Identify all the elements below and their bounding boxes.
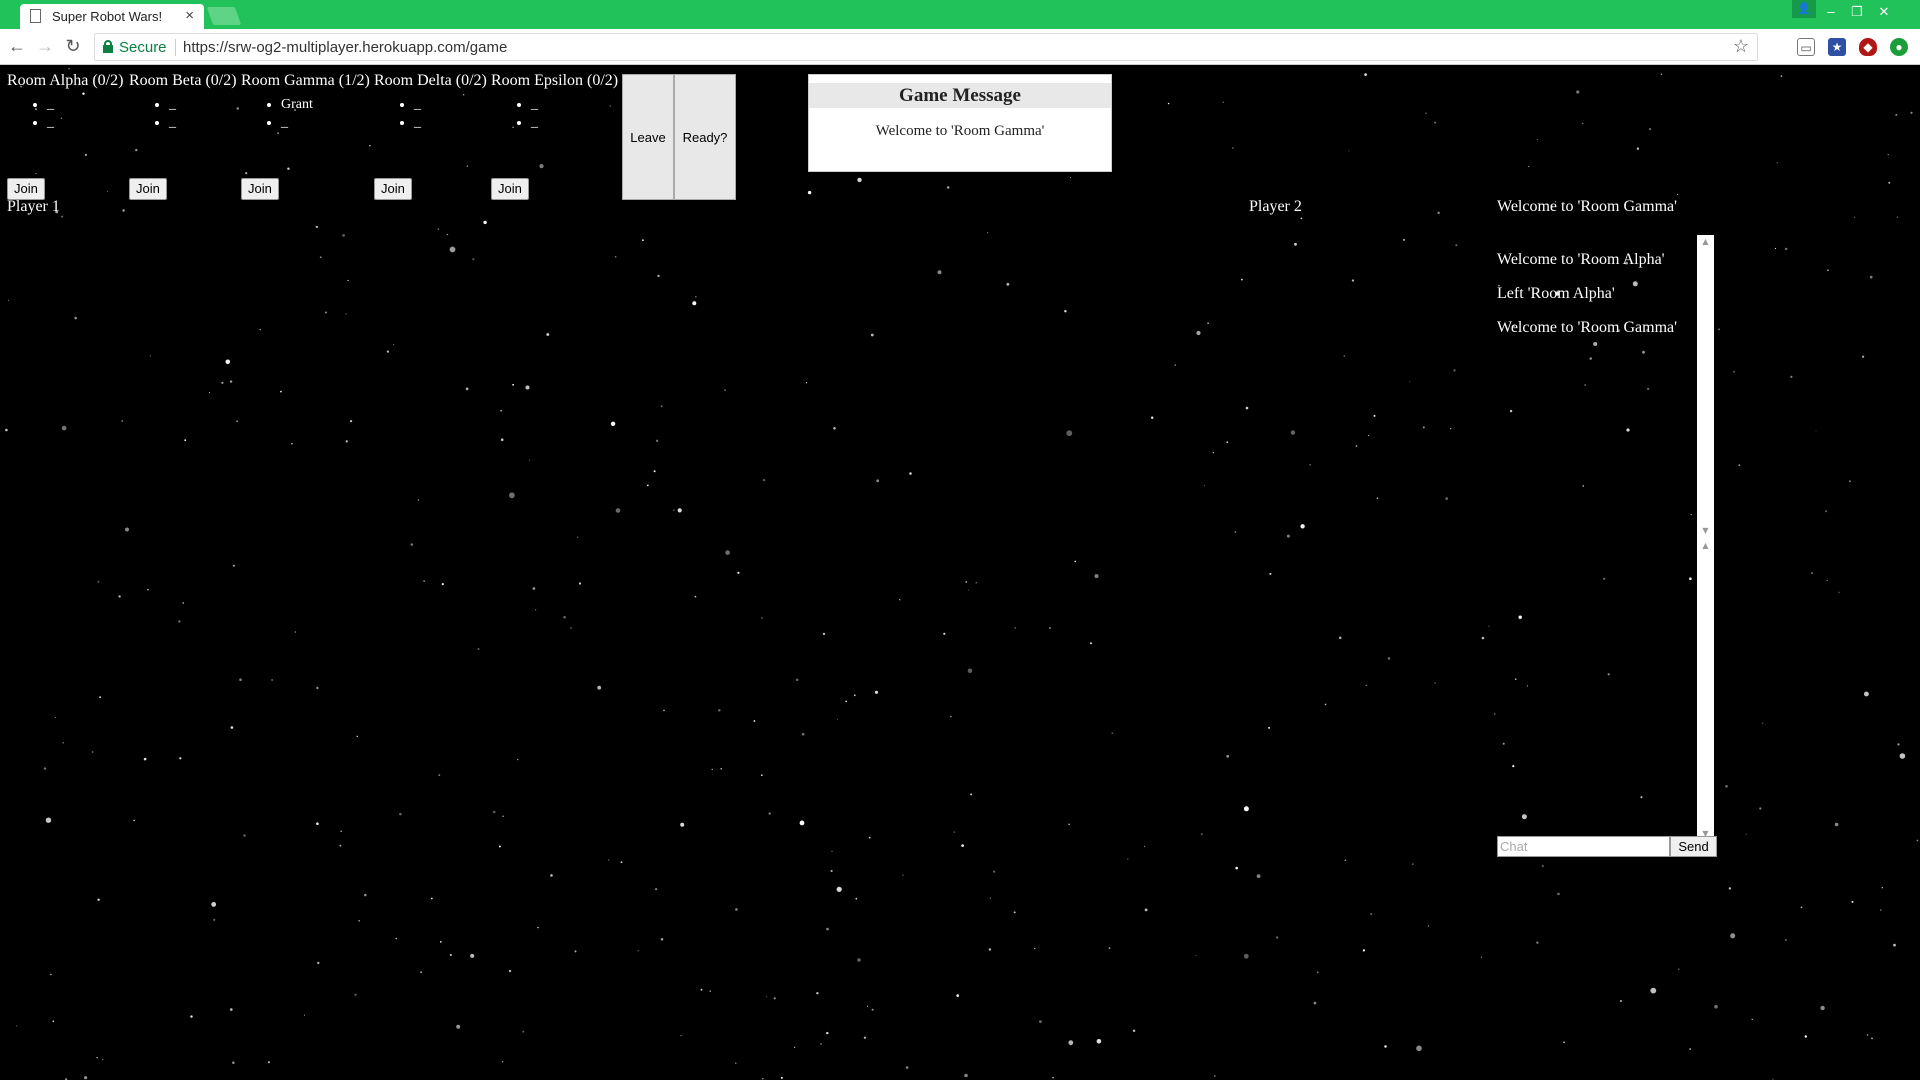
room-player-slot: _ (414, 114, 487, 132)
secure-label: Secure (119, 39, 167, 56)
bookmark-star-icon[interactable]: ☆ (1733, 36, 1749, 57)
ublock-icon[interactable]: ◆ (1859, 38, 1877, 56)
join-room-gamma-button[interactable]: Join (241, 178, 279, 200)
restore-icon[interactable]: ❐ (1846, 4, 1868, 20)
room-player-list: _ _ (374, 96, 487, 132)
scroll-up-icon[interactable]: ▲ (1697, 237, 1714, 246)
room-player-list: _ _ (7, 96, 123, 132)
chat-scrollbar[interactable]: ▲ ▼ ▲ ▼ (1697, 235, 1714, 841)
room-player-slot: _ (531, 114, 618, 132)
room-beta: Room Beta (0/2) _ _ (129, 72, 237, 132)
chat-message: Welcome to 'Room Gamma' (1497, 319, 1677, 336)
room-gamma: Room Gamma (1/2) Grant _ (241, 72, 370, 132)
room-player-list: Grant _ (241, 96, 370, 132)
chat-input[interactable] (1497, 836, 1670, 857)
room-title: Room Epsilon (0/2) (491, 72, 619, 89)
room-player-slot: _ (414, 96, 487, 114)
game-message-panel: Game Message Welcome to 'Room Gamma' (808, 74, 1112, 172)
join-room-beta-button[interactable]: Join (129, 178, 167, 200)
join-room-delta-button[interactable]: Join (374, 178, 412, 200)
room-epsilon: Room Epsilon (0/2) _ _ (491, 72, 618, 132)
room-player-slot: _ (47, 114, 123, 132)
chat-message: Welcome to 'Room Alpha' (1497, 251, 1665, 268)
game-message-body: Welcome to 'Room Gamma' (875, 123, 1045, 139)
back-icon[interactable]: ← (6, 36, 28, 57)
player-2-label: Player 2 (1249, 198, 1302, 215)
room-title: Room Beta (0/2) (129, 72, 237, 89)
tab-title: Super Robot Wars! (52, 9, 163, 24)
extension-star-icon[interactable]: ★ (1828, 38, 1846, 56)
player-1-label: Player 1 (7, 198, 60, 215)
room-player-slot: _ (169, 96, 237, 114)
room-player-slot: _ (169, 114, 237, 132)
lock-icon (103, 40, 113, 53)
cast-icon[interactable]: ▭ (1797, 38, 1815, 56)
new-tab-button[interactable] (206, 7, 242, 25)
leave-button[interactable]: Leave (622, 74, 674, 200)
ready-button[interactable]: Ready? (674, 74, 736, 200)
room-player-list: _ _ (129, 96, 237, 132)
room-status-text: Welcome to 'Room Gamma' (1497, 198, 1677, 215)
room-alpha: Room Alpha (0/2) _ _ (7, 72, 123, 132)
room-player-slot: _ (281, 114, 370, 132)
game-message-title: Game Message (809, 83, 1111, 108)
chat-log[interactable]: Welcome to 'Room Alpha' Left 'Room Alpha… (1497, 235, 1717, 841)
join-room-epsilon-button[interactable]: Join (491, 178, 529, 200)
browser-toolbar: ← → ↻ Secure https://srw-og2-multiplayer… (0, 29, 1920, 65)
minimize-icon[interactable]: – (1820, 4, 1842, 19)
scroll-marker-icon: ▼ (1702, 526, 1709, 535)
chat-message: Left 'Room Alpha' (1497, 285, 1615, 302)
room-title: Room Gamma (1/2) (241, 72, 370, 89)
room-title: Room Alpha (0/2) (7, 72, 124, 89)
address-bar[interactable]: Secure https://srw-og2-multiplayer.herok… (94, 33, 1758, 61)
divider (175, 39, 176, 56)
close-window-icon[interactable]: ✕ (1873, 4, 1895, 20)
room-delta: Room Delta (0/2) _ _ (374, 72, 487, 132)
chat-messages: Welcome to 'Room Alpha' Left 'Room Alpha… (1497, 243, 1697, 345)
profile-icon[interactable]: 👤 (1792, 0, 1816, 18)
room-player-list: _ _ (491, 96, 618, 132)
join-room-alpha-button[interactable]: Join (7, 178, 45, 200)
extension-green-icon[interactable]: ● (1890, 38, 1908, 56)
tab-close-icon[interactable]: × (185, 7, 194, 24)
room-player-slot: Grant (281, 96, 370, 114)
send-button[interactable]: Send (1670, 836, 1717, 857)
forward-icon[interactable]: → (34, 36, 56, 57)
url-text[interactable]: https://srw-og2-multiplayer.herokuapp.co… (183, 39, 507, 56)
game-page: Room Alpha (0/2) _ _ Room Beta (0/2) _ _… (0, 65, 1920, 1080)
reload-icon[interactable]: ↻ (62, 36, 84, 57)
browser-title-bar: Super Robot Wars! × 👤 – ❐ ✕ (0, 0, 1920, 29)
room-player-slot: _ (531, 96, 618, 114)
page-icon (30, 9, 41, 23)
browser-tab[interactable]: Super Robot Wars! × (20, 4, 204, 29)
scroll-marker-icon: ▲ (1702, 541, 1709, 550)
room-title: Room Delta (0/2) (374, 72, 487, 89)
room-player-slot: _ (47, 96, 123, 114)
